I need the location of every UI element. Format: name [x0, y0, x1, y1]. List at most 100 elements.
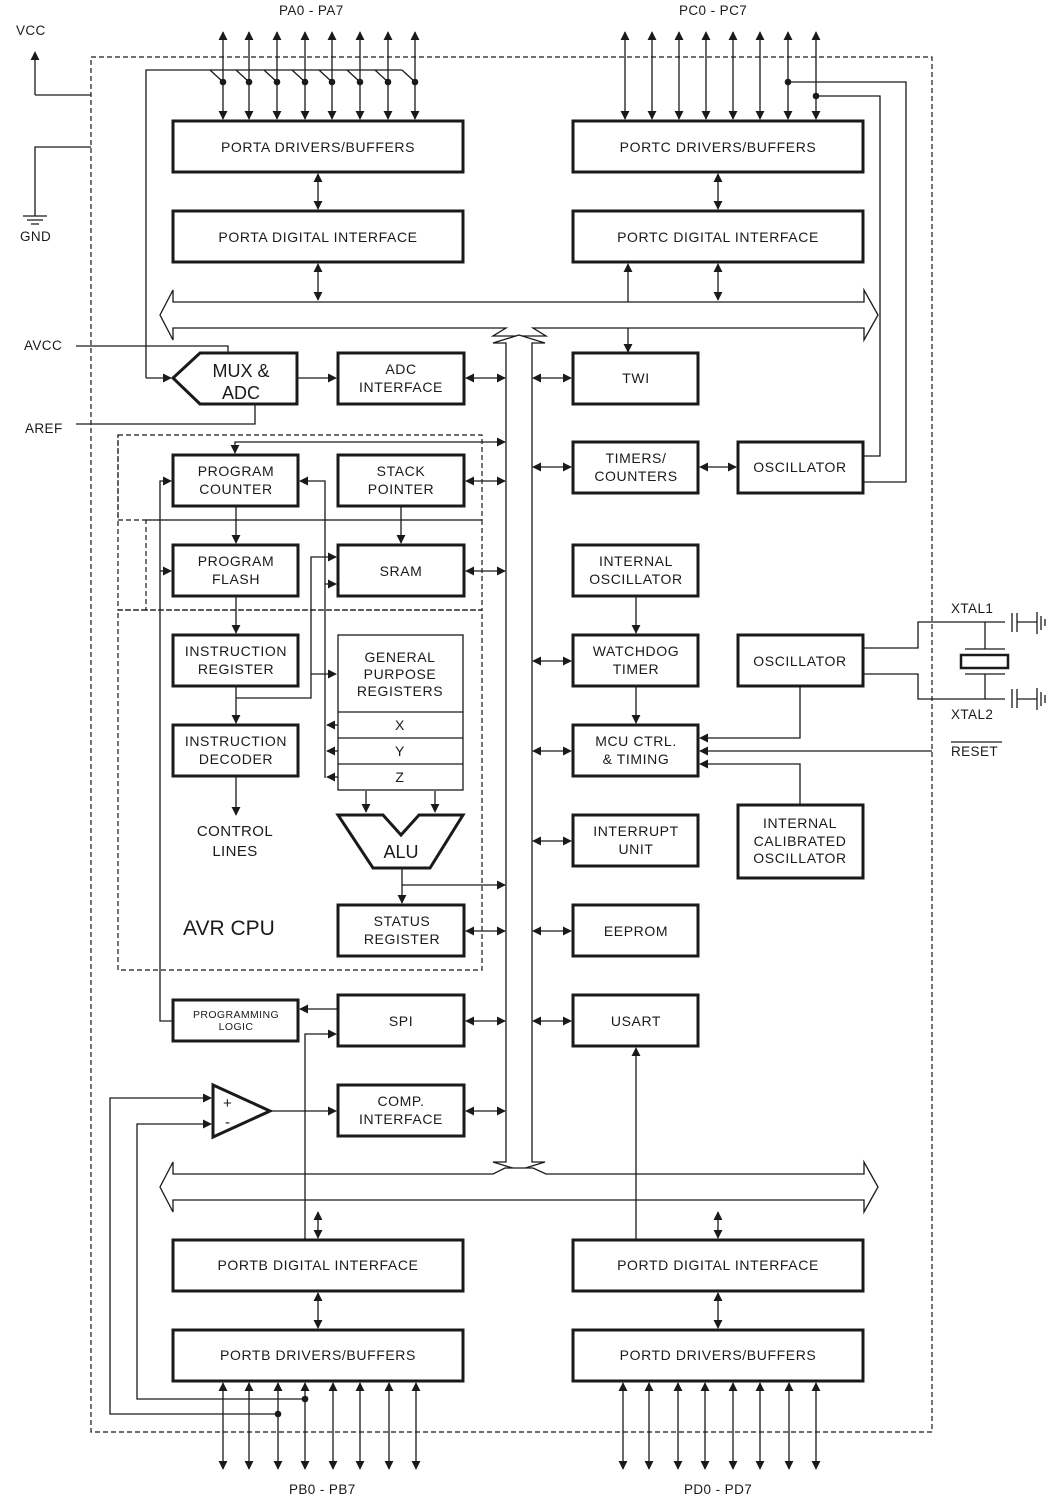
porta-pins-label: PA0 - PA7	[279, 3, 344, 18]
analog-comparator: + -	[211, 1082, 274, 1140]
avr-cpu-label: AVR CPU	[183, 917, 275, 940]
svg-text:PORTC DRIVERS/BUFFERS: PORTC DRIVERS/BUFFERS	[620, 139, 817, 155]
interrupt-unit-block: INTERRUPT UNIT	[571, 813, 700, 868]
porta-tap-node-5	[356, 78, 364, 86]
svg-text:WATCHDOG: WATCHDOG	[593, 643, 679, 659]
ground-icon	[23, 215, 47, 225]
svg-text:MUX &: MUX &	[212, 361, 269, 381]
svg-text:PORTD DRIVERS/BUFFERS: PORTD DRIVERS/BUFFERS	[620, 1347, 817, 1363]
svg-text:TIMERS/: TIMERS/	[606, 450, 667, 466]
portd-pin-arrows	[618, 1382, 821, 1470]
timers-counters-block: TIMERS/ COUNTERS	[571, 440, 700, 495]
comp-interface-block: COMP. INTERFACE	[336, 1083, 466, 1138]
svg-text:& TIMING: & TIMING	[603, 751, 670, 767]
usart-block: USART	[571, 993, 700, 1048]
svg-text:EEPROM: EEPROM	[604, 923, 668, 939]
svg-text:GENERAL: GENERAL	[364, 649, 435, 665]
timer-oscillator-block: OSCILLATOR	[736, 440, 865, 495]
crystal-icon	[959, 622, 1010, 699]
porta-tap-node-0	[219, 78, 227, 86]
avcc-line	[76, 345, 229, 352]
svg-text:PROGRAM: PROGRAM	[198, 463, 275, 479]
svg-text:STACK: STACK	[377, 463, 426, 479]
porta-drivers-block: PORTA DRIVERS/BUFFERS	[171, 119, 465, 174]
svg-text:PORTA DIGITAL INTERFACE: PORTA DIGITAL INTERFACE	[218, 229, 417, 245]
portd-digital-interface-block: PORTD DIGITAL INTERFACE	[571, 1238, 865, 1293]
bottom-data-bus	[159, 1159, 879, 1215]
register-y: Y	[395, 743, 405, 759]
svg-text:USART: USART	[611, 1013, 661, 1029]
portc-drivers-block: PORTC DRIVERS/BUFFERS	[571, 119, 865, 174]
gnd-pin: GND	[20, 146, 91, 244]
xtal2-capacitor-icon	[1011, 688, 1046, 710]
svg-text:TIMER: TIMER	[613, 661, 660, 677]
reset-label: RESET	[951, 744, 998, 759]
gnd-label: GND	[20, 229, 51, 244]
aref-label: AREF	[25, 421, 63, 436]
reset-pin: RESET	[951, 741, 1002, 759]
register-x: X	[395, 717, 405, 733]
comparator-plus: +	[223, 1095, 232, 1112]
svg-text:CONTROL: CONTROL	[197, 823, 273, 840]
twi-block: TWI	[571, 351, 700, 406]
svg-text:INSTRUCTION: INSTRUCTION	[185, 643, 287, 659]
status-register-block: STATUS REGISTER	[336, 903, 466, 958]
svg-text:ALU: ALU	[383, 842, 418, 862]
svg-text:MCU CTRL.: MCU CTRL.	[595, 733, 677, 749]
avr-block-diagram: VCC GND PA0 - PA7 PC0 - PC7 PORTA DRIVER…	[16, 3, 1046, 1497]
svg-text:REGISTER: REGISTER	[364, 931, 440, 947]
svg-text:PORTB DIGITAL INTERFACE: PORTB DIGITAL INTERFACE	[217, 1257, 418, 1273]
avcc-label: AVCC	[24, 338, 62, 353]
svg-text:CALIBRATED: CALIBRATED	[754, 833, 847, 849]
sram-block: SRAM	[336, 543, 466, 598]
portb-pins-label: PB0 - PB7	[289, 1482, 356, 1497]
svg-text:PORTD DIGITAL INTERFACE: PORTD DIGITAL INTERFACE	[617, 1257, 819, 1273]
watchdog-timer-block: WATCHDOG TIMER	[571, 633, 700, 688]
mux-adc-block: MUX & ADC	[170, 351, 299, 406]
adc-interface-block: ADC INTERFACE	[336, 351, 466, 406]
svg-text:LOGIC: LOGIC	[219, 1021, 254, 1033]
portd-pins-label: PD0 - PD7	[684, 1482, 752, 1497]
portb-digital-interface-block: PORTB DIGITAL INTERFACE	[171, 1238, 465, 1293]
svg-text:REGISTER: REGISTER	[198, 661, 274, 677]
svg-text:SRAM: SRAM	[380, 563, 423, 579]
porta-digital-interface-block: PORTA DIGITAL INTERFACE	[171, 209, 465, 264]
porta-tap-node-4	[328, 78, 336, 86]
svg-text:OSCILLATOR: OSCILLATOR	[753, 459, 846, 475]
program-counter-block: PROGRAM COUNTER	[171, 453, 300, 508]
svg-text:OSCILLATOR: OSCILLATOR	[753, 850, 846, 866]
portb-pin-arrows	[218, 1382, 421, 1470]
svg-text:ADC: ADC	[222, 383, 260, 403]
portb-drivers-block: PORTB DRIVERS/BUFFERS	[171, 1328, 465, 1383]
svg-text:OSCILLATOR: OSCILLATOR	[589, 571, 682, 587]
xtal-oscillator-block: OSCILLATOR	[736, 633, 865, 688]
register-z: Z	[395, 769, 404, 785]
svg-text:LINES: LINES	[212, 843, 257, 860]
svg-text:DECODER: DECODER	[199, 751, 273, 767]
svg-text:SPI: SPI	[389, 1013, 413, 1029]
svg-text:TWI: TWI	[622, 370, 649, 386]
porta-tap-node-1	[245, 78, 253, 86]
svg-text:COMP.: COMP.	[377, 1093, 424, 1109]
eeprom-block: EEPROM	[571, 903, 700, 958]
svg-text:PURPOSE: PURPOSE	[364, 666, 437, 682]
programming-logic-block: PROGRAMMING LOGIC	[171, 998, 300, 1043]
internal-calibrated-oscillator-block: INTERNAL CALIBRATED OSCILLATOR	[736, 803, 865, 880]
porta-tap-node-6	[384, 78, 392, 86]
porta-adc-taps	[209, 69, 419, 86]
xtal1-capacitor-icon	[1011, 612, 1046, 634]
xtal2-label: XTAL2	[951, 707, 993, 722]
stack-pointer-block: STACK POINTER	[336, 453, 466, 508]
comparator-minus: -	[225, 1114, 230, 1131]
mcu-ctrl-timing-block: MCU CTRL. & TIMING	[571, 723, 700, 778]
portc-pin-arrows	[620, 31, 821, 120]
svg-text:PROGRAM: PROGRAM	[198, 553, 275, 569]
general-purpose-registers-block: GENERAL PURPOSE REGISTERS X Y Z	[337, 634, 464, 791]
portc-pins-label: PC0 - PC7	[679, 3, 747, 18]
svg-text:PROGRAMMING: PROGRAMMING	[193, 1009, 279, 1021]
instruction-register-block: INSTRUCTION REGISTER	[171, 633, 300, 688]
svg-text:PORTB DRIVERS/BUFFERS: PORTB DRIVERS/BUFFERS	[220, 1347, 416, 1363]
spi-block: SPI	[336, 993, 466, 1048]
instruction-decoder-block: INSTRUCTION DECODER	[171, 723, 300, 778]
alu-block: ALU	[335, 813, 466, 870]
